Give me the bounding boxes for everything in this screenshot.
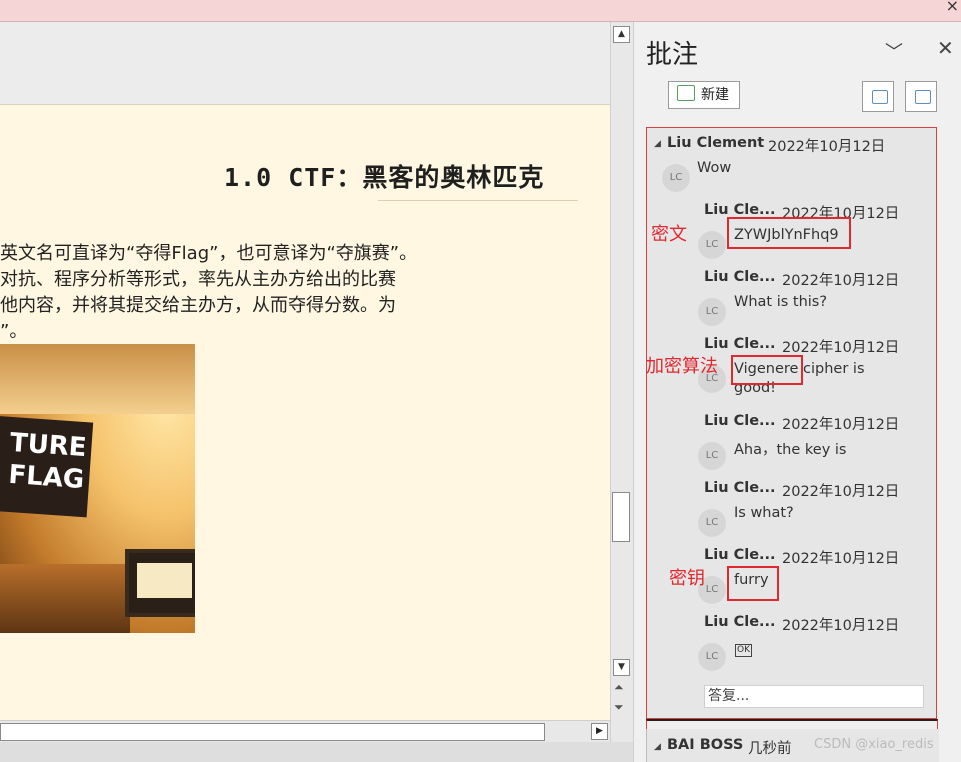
new-comment-icon <box>677 85 695 101</box>
scroll-right-icon[interactable]: ▶ <box>591 723 608 740</box>
watermark: CSDN @xiao_redis <box>814 737 934 752</box>
reply-text: OK <box>735 640 752 657</box>
photo-sign: TURE FLAG <box>0 415 94 518</box>
reply-date: 2022年10月12日 <box>782 273 900 289</box>
horizontal-scroll-thumb[interactable] <box>0 723 545 741</box>
reply-author: Liu Cle... <box>704 202 776 218</box>
previous-page-icon[interactable]: ⏶ <box>614 680 624 695</box>
next-comment-icon <box>915 90 931 104</box>
title-bar <box>0 0 961 22</box>
avatar: LC <box>698 231 726 259</box>
next-comment-button[interactable] <box>905 81 937 112</box>
heading-underline <box>378 200 578 201</box>
collapse-thread-icon[interactable]: ◢ <box>654 139 661 149</box>
reply-author: Liu Cle... <box>704 269 776 285</box>
reply-text: Aha，the key is <box>734 442 847 458</box>
close-icon[interactable]: ✕ <box>937 36 954 60</box>
comment-date: 2022年10月12日 <box>768 139 886 155</box>
previous-comment-icon <box>872 90 888 104</box>
scroll-up-icon[interactable]: ▲ <box>613 26 630 43</box>
reply-date: 2022年10月12日 <box>782 340 900 356</box>
document-margin <box>0 22 610 104</box>
comment-author: Liu Clement <box>667 135 765 151</box>
annotation-label: 加密算法 <box>646 356 718 377</box>
avatar: LC <box>698 298 726 326</box>
highlight-box <box>727 566 779 601</box>
avatar: LC <box>662 164 690 192</box>
status-bar <box>0 742 640 762</box>
body-text-line: 英文名可直译为“夺得Flag”，也可意译为“夺旗赛”。 <box>0 243 418 264</box>
vertical-scroll-thumb[interactable] <box>612 492 630 542</box>
previous-comment-button[interactable] <box>862 81 894 112</box>
reply-input[interactable]: 答复... <box>704 685 924 708</box>
reply-date: 2022年10月12日 <box>782 618 900 634</box>
chevron-down-icon[interactable]: ﹀ <box>885 38 903 64</box>
next-page-icon[interactable]: ⏷ <box>614 700 624 715</box>
reply-text: Is what? <box>734 505 794 521</box>
photo-ceiling <box>0 344 195 414</box>
reply-author: Liu Cle... <box>704 547 776 563</box>
vertical-scrollbar[interactable]: ▲ ▼ <box>610 22 633 742</box>
annotation-label: 密钥 <box>669 568 705 589</box>
photo-floor <box>0 564 130 633</box>
highlight-box <box>731 355 803 385</box>
collapse-thread-icon[interactable]: ◢ <box>654 742 661 752</box>
highlight-box <box>727 217 851 249</box>
comment-author: BAI BOSS <box>667 737 744 753</box>
comment-date: 几秒前 <box>748 741 792 757</box>
reply-date: 2022年10月12日 <box>782 484 900 500</box>
reply-author: Liu Cle... <box>704 413 776 429</box>
avatar: LC <box>698 643 726 671</box>
new-comment-label: 新建 <box>701 87 729 103</box>
body-text-line: 对抗、程序分析等形式，率先从主办方给出的比赛 <box>0 269 396 290</box>
avatar: LC <box>698 442 726 470</box>
thread-divider <box>646 719 938 729</box>
heading: 1.0 CTF：黑客的奥林匹克 <box>224 163 545 192</box>
reply-text: What is this? <box>734 294 828 310</box>
body-text-line: 他内容，并将其提交给主办方，从而夺得分数。为 <box>0 295 396 316</box>
ok-emoji-icon: OK <box>735 644 752 657</box>
new-comment-button[interactable]: 新建 <box>668 81 740 109</box>
pane-title: 批注 <box>646 40 699 70</box>
avatar: LC <box>698 509 726 537</box>
body-text-line: ”。 <box>0 321 28 342</box>
reply-author: Liu Cle... <box>704 480 776 496</box>
capture-the-flag-photo: TURE FLAG <box>0 344 195 633</box>
comment-text: Wow <box>697 160 732 176</box>
scroll-down-icon[interactable]: ▼ <box>613 659 630 676</box>
window-close-icon[interactable]: × <box>946 0 959 15</box>
annotation-label: 密文 <box>651 224 687 245</box>
reply-author: Liu Cle... <box>704 336 776 352</box>
photo-lamp <box>125 549 195 617</box>
reply-date: 2022年10月12日 <box>782 551 900 567</box>
reply-author: Liu Cle... <box>704 614 776 630</box>
reply-date: 2022年10月12日 <box>782 417 900 433</box>
